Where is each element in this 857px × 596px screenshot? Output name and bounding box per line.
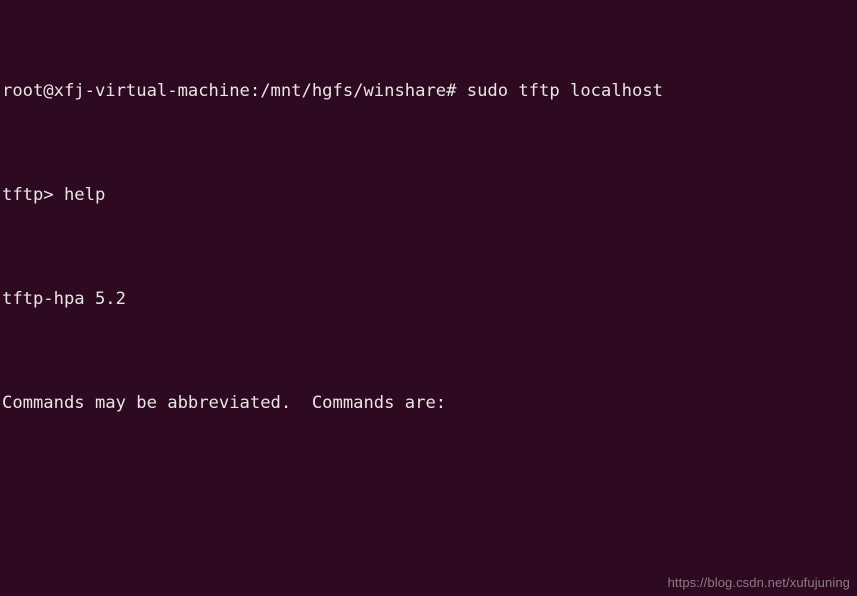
tftp-version-line: tftp-hpa 5.2 bbox=[2, 289, 126, 309]
watermark-url: https://blog.csdn.net/xufujuning bbox=[667, 575, 850, 590]
terminal-screen: root@xfj-virtual-machine:/mnt/hgfs/winsh… bbox=[2, 0, 857, 596]
shell-prompt-command-line: root@xfj-virtual-machine:/mnt/hgfs/winsh… bbox=[2, 81, 663, 101]
tftp-help-input-line: tftp> help bbox=[2, 185, 106, 205]
commands-header-line: Commands may be abbreviated. Commands ar… bbox=[2, 393, 447, 413]
terminal-window[interactable]: root@xfj-virtual-machine:/mnt/hgfs/winsh… bbox=[0, 0, 857, 596]
